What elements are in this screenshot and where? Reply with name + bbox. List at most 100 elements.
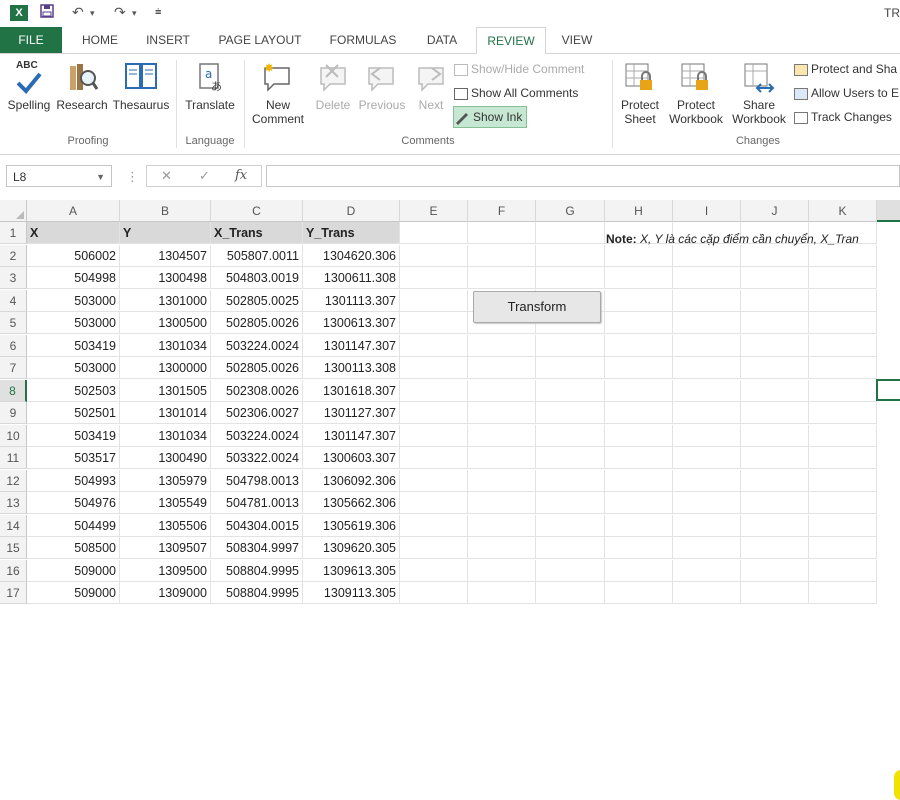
empty-cell[interactable] [741, 537, 809, 559]
empty-cell[interactable] [673, 537, 741, 559]
empty-cell[interactable] [400, 559, 468, 582]
table-cell[interactable]: 504798.0013 [211, 469, 303, 492]
thesaurus-button[interactable]: Thesaurus [110, 58, 172, 112]
share-workbook-button[interactable]: Share Workbook [728, 58, 790, 126]
empty-cell[interactable] [809, 537, 877, 559]
empty-cell[interactable] [809, 559, 877, 582]
empty-cell[interactable] [468, 424, 536, 447]
empty-cell[interactable] [400, 357, 468, 379]
table-cell[interactable]: 1309507 [120, 537, 211, 559]
empty-cell[interactable] [400, 469, 468, 492]
show-hide-comment-button[interactable]: Show/Hide Comment [454, 59, 584, 79]
row-header-14[interactable]: 14 [0, 514, 27, 537]
empty-cell[interactable] [468, 244, 536, 267]
new-comment-button[interactable]: ✸ New Comment [248, 58, 308, 126]
empty-cell[interactable] [536, 267, 605, 289]
customize-toolbar-icon[interactable]: ⩧ [155, 6, 161, 19]
tab-view[interactable]: VIEW [552, 27, 602, 53]
table-cell[interactable]: 1301505 [120, 379, 211, 402]
empty-cell[interactable] [809, 357, 877, 379]
empty-cell[interactable] [673, 469, 741, 492]
row-header-1[interactable]: 1 [0, 222, 27, 244]
empty-cell[interactable] [673, 312, 741, 334]
empty-cell[interactable] [741, 357, 809, 379]
empty-cell[interactable] [741, 447, 809, 469]
formula-input[interactable] [266, 165, 900, 187]
empty-cell[interactable] [536, 402, 605, 424]
empty-cell[interactable] [468, 559, 536, 582]
empty-cell[interactable] [400, 514, 468, 537]
row-header-5[interactable]: 5 [0, 312, 27, 334]
empty-cell[interactable] [400, 447, 468, 469]
empty-cell[interactable] [536, 537, 605, 559]
table-cell[interactable]: 1300498 [120, 267, 211, 289]
empty-cell[interactable] [809, 312, 877, 334]
undo-icon[interactable]: ↶ [72, 4, 84, 21]
table-cell[interactable]: 503224.0024 [211, 424, 303, 447]
table-cell[interactable]: 1301014 [120, 402, 211, 424]
empty-cell[interactable] [741, 559, 809, 582]
table-cell[interactable]: 503000 [27, 312, 120, 334]
row-header-11[interactable]: 11 [0, 447, 27, 469]
table-cell[interactable]: 1300500 [120, 312, 211, 334]
confirm-entry-icon[interactable]: ✓ [199, 168, 210, 184]
table-cell[interactable]: 504803.0019 [211, 267, 303, 289]
table-cell[interactable]: 1309000 [120, 582, 211, 604]
empty-cell[interactable] [809, 447, 877, 469]
table-cell[interactable]: 1309613.305 [303, 559, 400, 582]
empty-cell[interactable] [741, 402, 809, 424]
empty-cell[interactable] [605, 267, 673, 289]
row-header-6[interactable]: 6 [0, 334, 27, 357]
empty-cell[interactable] [605, 492, 673, 514]
table-cell[interactable]: 1300603.307 [303, 447, 400, 469]
translate-button[interactable]: aあ Translate [180, 58, 240, 112]
empty-cell[interactable] [741, 379, 809, 402]
empty-cell[interactable] [468, 447, 536, 469]
show-ink-button[interactable]: Show Ink [453, 106, 528, 128]
table-cell[interactable]: 1309113.305 [303, 582, 400, 604]
column-header-j[interactable]: J [741, 200, 809, 222]
table-cell[interactable]: 502501 [27, 402, 120, 424]
empty-cell[interactable] [536, 244, 605, 267]
empty-cell[interactable] [536, 222, 605, 244]
active-cell-l8[interactable] [876, 379, 900, 401]
tab-insert[interactable]: INSERT [138, 27, 198, 53]
save-icon[interactable] [40, 4, 54, 21]
empty-cell[interactable] [400, 537, 468, 559]
empty-cell[interactable] [809, 514, 877, 537]
empty-cell[interactable] [400, 402, 468, 424]
header-cell-x[interactable]: X [27, 222, 120, 244]
row-header-12[interactable]: 12 [0, 469, 27, 492]
empty-cell[interactable] [400, 582, 468, 604]
column-header-c[interactable]: C [211, 200, 303, 222]
table-cell[interactable]: 502805.0026 [211, 357, 303, 379]
next-comment-button[interactable]: Next [410, 58, 452, 112]
tab-formulas[interactable]: FORMULAS [322, 27, 404, 53]
empty-cell[interactable] [536, 492, 605, 514]
table-cell[interactable]: 502503 [27, 379, 120, 402]
empty-cell[interactable] [605, 514, 673, 537]
undo-dropdown-icon[interactable]: ▾ [90, 8, 95, 19]
show-all-comments-button[interactable]: Show All Comments [454, 83, 578, 103]
row-header-3[interactable]: 3 [0, 267, 27, 289]
row-header-2[interactable]: 2 [0, 244, 27, 267]
empty-cell[interactable] [809, 402, 877, 424]
column-header-a[interactable]: A [27, 200, 120, 222]
empty-cell[interactable] [673, 267, 741, 289]
empty-cell[interactable] [741, 244, 809, 267]
table-cell[interactable]: 506002 [27, 244, 120, 267]
empty-cell[interactable] [468, 402, 536, 424]
excel-app-icon[interactable]: X [10, 5, 28, 21]
table-cell[interactable]: 503419 [27, 424, 120, 447]
empty-cell[interactable] [809, 244, 877, 267]
table-cell[interactable]: 1305662.306 [303, 492, 400, 514]
table-cell[interactable]: 502306.0027 [211, 402, 303, 424]
empty-cell[interactable] [809, 289, 877, 312]
table-cell[interactable]: 504976 [27, 492, 120, 514]
empty-cell[interactable] [468, 334, 536, 357]
delete-comment-button[interactable]: Delete [310, 58, 356, 112]
empty-cell[interactable] [468, 492, 536, 514]
table-cell[interactable]: 504304.0015 [211, 514, 303, 537]
empty-cell[interactable] [741, 492, 809, 514]
empty-cell[interactable] [809, 469, 877, 492]
